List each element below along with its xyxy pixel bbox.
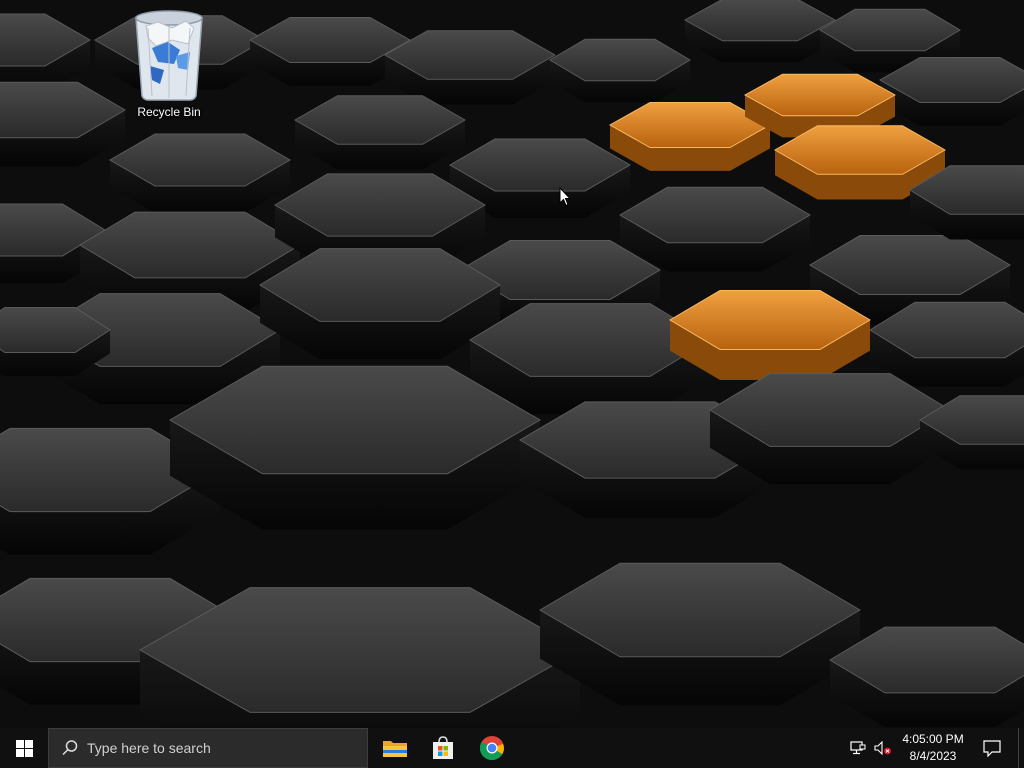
taskbar: Type here to search 4:05:00 PM 8/4/2023 (0, 728, 1024, 768)
recycle-bin-icon (135, 10, 203, 101)
search-box[interactable]: Type here to search (48, 728, 368, 768)
windows-logo-icon (15, 739, 33, 757)
mouse-cursor-icon (559, 187, 571, 207)
recycle-bin-desktop-icon[interactable]: Recycle Bin (128, 4, 210, 119)
notification-center-button[interactable] (972, 728, 1012, 768)
chrome-icon (479, 736, 504, 761)
desktop[interactable]: Recycle Bin (0, 0, 1024, 728)
clock-time: 4:05:00 PM (902, 732, 964, 746)
notification-icon (983, 739, 1001, 757)
volume-tray-button[interactable] (871, 728, 895, 768)
network-tray-button[interactable] (846, 728, 870, 768)
search-icon (62, 740, 78, 756)
clock-date: 8/4/2023 (909, 749, 957, 763)
start-button[interactable] (0, 728, 48, 768)
store-bag-icon (433, 736, 453, 759)
recycle-bin-label: Recycle Bin (137, 105, 201, 119)
volume-muted-icon (874, 741, 891, 755)
file-explorer-button[interactable] (371, 728, 419, 768)
microsoft-store-button[interactable] (419, 728, 467, 768)
folder-icon (383, 741, 407, 757)
show-desktop-button[interactable] (1018, 728, 1024, 768)
network-icon (850, 741, 866, 755)
system-clock[interactable]: 4:05:00 PM 8/4/2023 (898, 728, 968, 768)
search-placeholder: Type here to search (87, 740, 211, 756)
google-chrome-button[interactable] (467, 728, 517, 768)
